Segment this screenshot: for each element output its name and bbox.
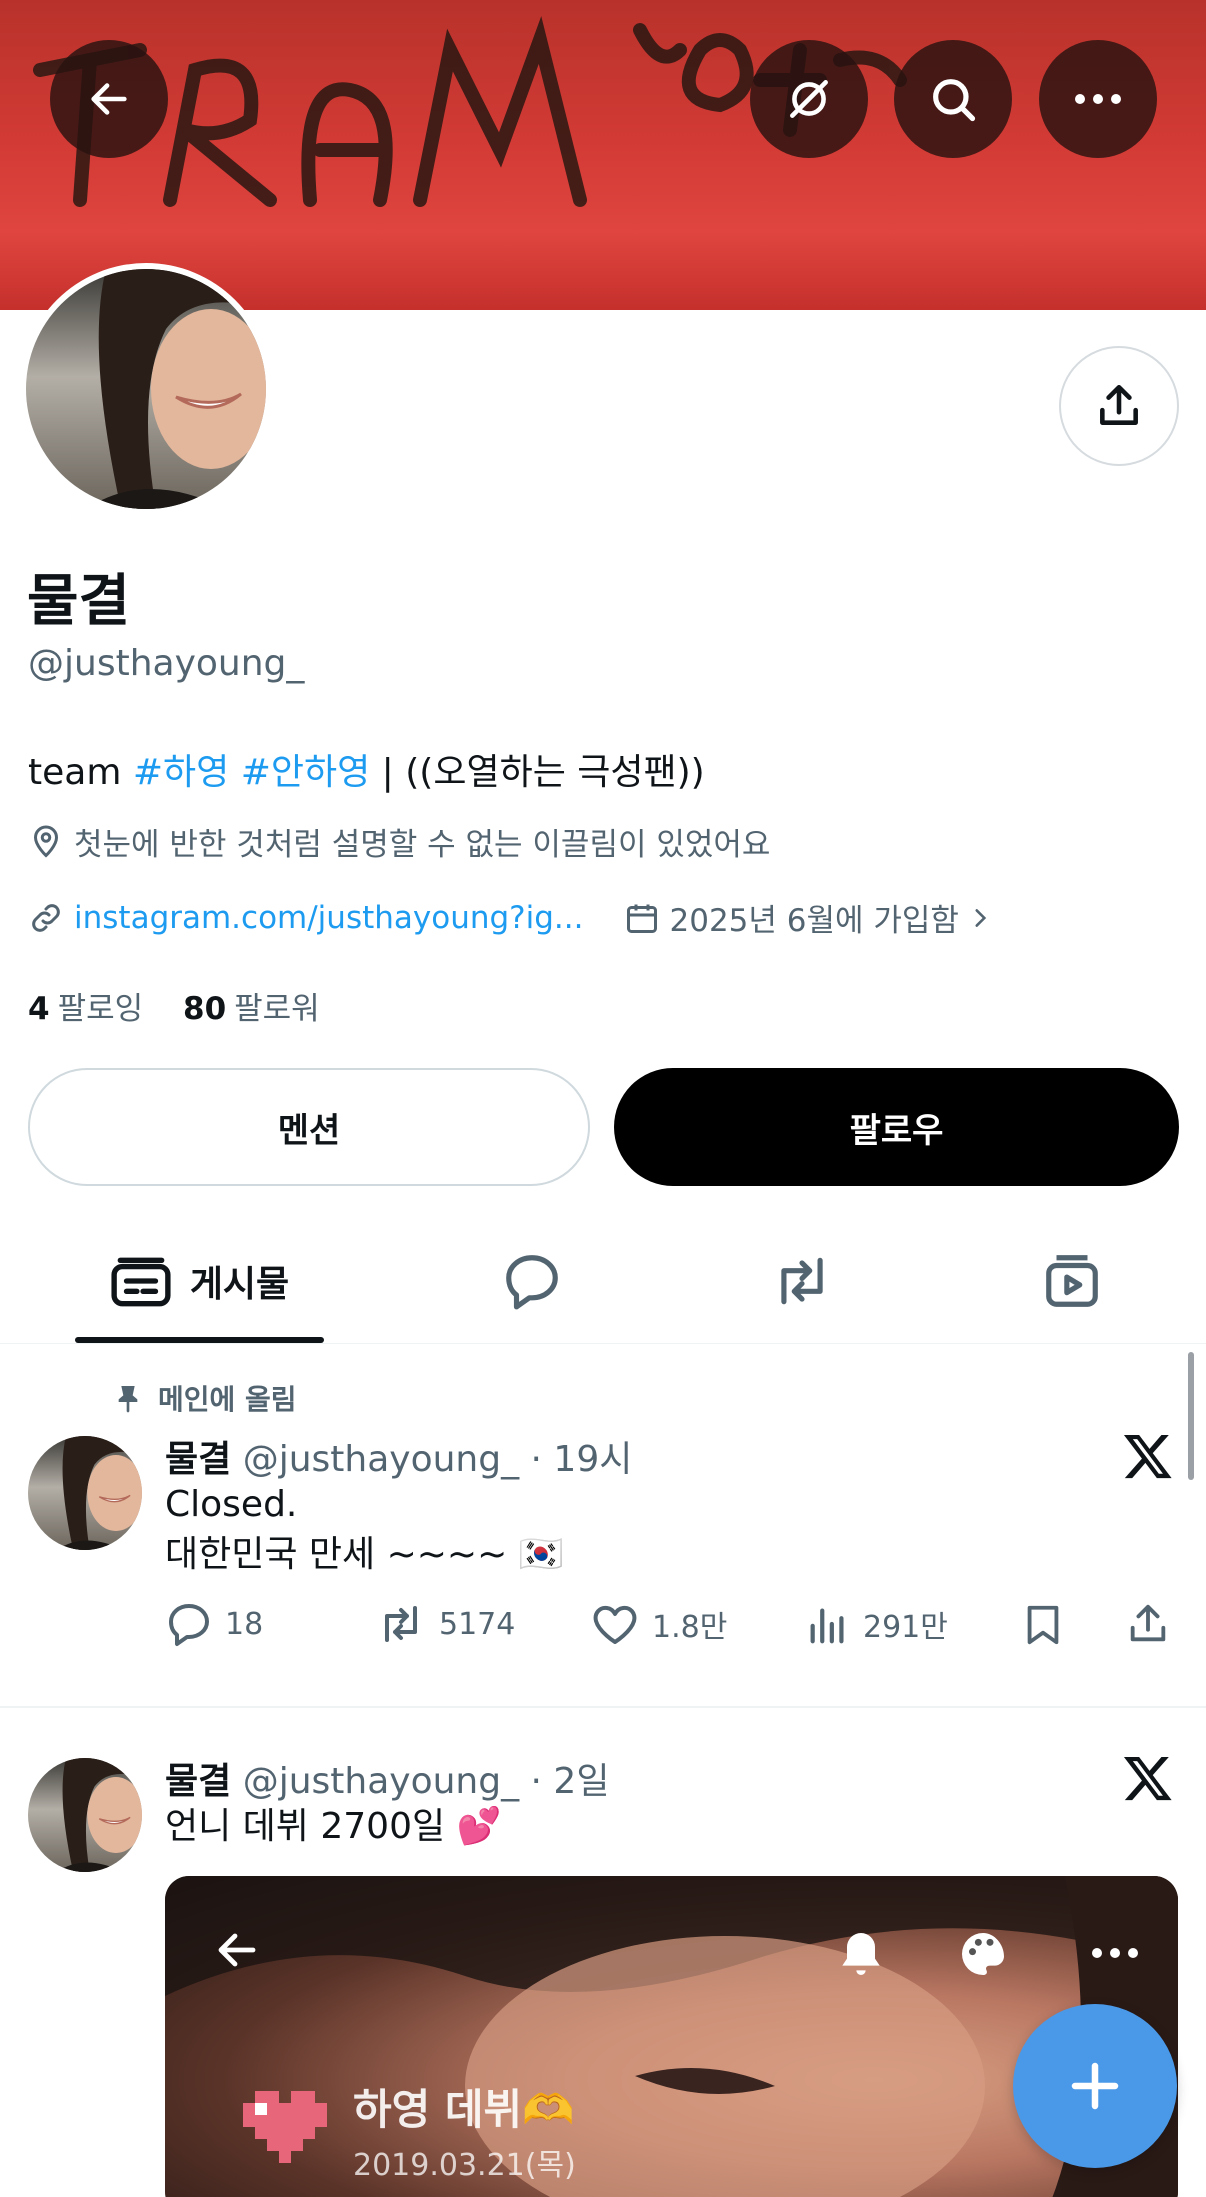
posts-icon <box>111 1257 171 1307</box>
post-timestamp[interactable]: · 19시 <box>519 1439 633 1480</box>
media-date-text: 2019.03.21(목) <box>353 2148 576 2183</box>
mention-button[interactable]: 멘션 <box>28 1068 590 1186</box>
profile-bio: team #하영 #안하영 | ((오열하는 극성팬)) <box>28 743 705 795</box>
tab-posts[interactable]: 게시물 <box>75 1218 324 1344</box>
joined-date[interactable]: 2025년 6월에 가입함 <box>670 895 959 940</box>
follow-button[interactable]: 팔로우 <box>614 1068 1179 1186</box>
followers-stat[interactable]: 80 팔로워 <box>183 991 320 1027</box>
profile-avatar[interactable] <box>20 263 272 515</box>
profile-name: 물결 <box>27 569 131 634</box>
share-icon <box>1100 384 1138 425</box>
pinned-indicator: 메인에 올림 <box>112 1378 297 1418</box>
reply-icon <box>169 1604 209 1646</box>
post-timestamp[interactable]: · 2일 <box>519 1761 610 1802</box>
profile-website-link[interactable]: instagram.com/justhayoung?ig... <box>74 900 584 936</box>
share-post-button[interactable] <box>1125 1600 1171 1648</box>
pin-icon <box>118 1386 138 1413</box>
avatar-photo <box>26 269 266 509</box>
hashtag-link[interactable]: #안하영 <box>241 752 371 793</box>
no-translate-icon <box>790 80 828 118</box>
profile-location: 첫눈에 반한 것처럼 설명할 수 없는 이끌림이 있었어요 <box>28 819 770 864</box>
reply-count: 18 <box>225 1606 264 1642</box>
views-button[interactable]: 291만 <box>805 1600 948 1648</box>
profile-banner[interactable] <box>0 0 1206 310</box>
more-horizontal-icon <box>1075 94 1121 104</box>
more-horizontal-icon <box>1092 1948 1138 1958</box>
tab-reposts[interactable] <box>702 1218 902 1344</box>
post-header: 물결 @justhayoung_ · 2일 <box>165 1752 609 1804</box>
following-count: 4 <box>28 991 50 1027</box>
post-media-image[interactable]: 하영 데뷔🫶 2019.03.21(목) <box>165 1876 1178 2197</box>
tab-replies[interactable] <box>432 1218 632 1344</box>
location-text: 첫눈에 반한 것처럼 설명할 수 없는 이끌림이 있었어요 <box>74 827 771 863</box>
post-author-handle[interactable]: @justhayoung_ <box>243 1761 519 1802</box>
more-button[interactable] <box>1039 40 1157 158</box>
search-button[interactable] <box>894 40 1012 158</box>
link-icon <box>32 903 60 932</box>
video-icon <box>1046 1255 1098 1307</box>
arrow-left-icon <box>91 83 127 115</box>
post-author-handle[interactable]: @justhayoung_ <box>243 1439 519 1480</box>
pinned-label: 메인에 올림 <box>158 1383 297 1416</box>
post-avatar[interactable] <box>28 1436 142 1550</box>
share-icon <box>1130 1604 1166 1642</box>
post-author-name[interactable]: 물결 <box>165 1761 231 1802</box>
followers-label: 팔로워 <box>234 991 320 1027</box>
post-text: Closed. 대한민국 만세 ~~~~ 🇰🇷 <box>165 1480 564 1580</box>
bookmark-button[interactable] <box>1020 1600 1066 1650</box>
avatar-photo <box>28 1436 142 1550</box>
heart-icon <box>593 1605 637 1644</box>
analytics-icon <box>810 1608 844 1644</box>
x-logo-icon <box>1123 1434 1172 1479</box>
hashtag-link[interactable]: #하영 <box>133 752 229 793</box>
bio-text: | ((오열하는 극성팬)) <box>370 752 705 793</box>
post-text: 언니 데뷔 2700일 💕 <box>165 1806 502 1847</box>
calendar-icon <box>626 904 657 933</box>
compose-post-button[interactable] <box>1013 2004 1177 2168</box>
post-divider <box>0 1706 1206 1708</box>
profile-tabs: 게시물 <box>0 1218 1206 1344</box>
post-line: 대한민국 만세 ~~~~ 🇰🇷 <box>165 1534 564 1575</box>
active-tab-indicator <box>75 1337 324 1343</box>
like-count: 1.8만 <box>652 1610 728 1645</box>
views-count: 291만 <box>863 1610 948 1645</box>
media-title-text: 하영 데뷔🫶 <box>353 2085 575 2134</box>
bio-text: team <box>28 752 133 793</box>
scrollbar[interactable] <box>1188 1352 1194 1480</box>
arrow-left-icon <box>218 1933 256 1967</box>
profile-meta-row: instagram.com/justhayoung?ig... 2025년 6월… <box>28 895 1003 940</box>
profile-handle: @justhayoung_ <box>28 643 305 684</box>
followers-count: 80 <box>183 991 227 1027</box>
post-avatar[interactable] <box>28 1758 142 1872</box>
repost-count: 5174 <box>439 1606 516 1642</box>
post-line: Closed. <box>165 1484 298 1525</box>
post-author-name[interactable]: 물결 <box>165 1439 231 1480</box>
post-actions: 18 5174 1.8만 291만 <box>165 1600 1175 1656</box>
x-logo-icon <box>1123 1756 1172 1801</box>
tab-media[interactable] <box>972 1218 1172 1344</box>
chevron-right-icon <box>975 908 987 927</box>
repost-icon <box>781 1257 823 1305</box>
following-stat[interactable]: 4 팔로잉 <box>28 991 143 1027</box>
back-button[interactable] <box>50 40 168 158</box>
location-pin-icon <box>33 825 59 858</box>
avatar-photo <box>28 1758 142 1872</box>
palette-icon <box>962 1933 1004 1975</box>
follow-stats: 4 팔로잉 80 팔로워 <box>28 983 320 1028</box>
search-icon <box>933 79 976 122</box>
repost-button[interactable]: 5174 <box>375 1600 515 1648</box>
tab-posts-label: 게시물 <box>189 1264 290 1305</box>
bookmark-icon <box>1027 1605 1059 1645</box>
following-label: 팔로잉 <box>57 991 144 1027</box>
bell-icon <box>842 1933 880 1975</box>
share-profile-button[interactable] <box>1059 346 1179 466</box>
plus-icon <box>1071 2062 1119 2110</box>
reply-button[interactable]: 18 <box>165 1600 263 1648</box>
pixel-heart-icon <box>243 2091 327 2163</box>
reply-bubble-icon <box>506 1255 558 1310</box>
post-header: 물결 @justhayoung_ · 19시 <box>165 1430 632 1482</box>
translate-button[interactable] <box>750 40 868 158</box>
repost-icon <box>385 1606 417 1642</box>
like-button[interactable]: 1.8만 <box>590 1600 727 1648</box>
